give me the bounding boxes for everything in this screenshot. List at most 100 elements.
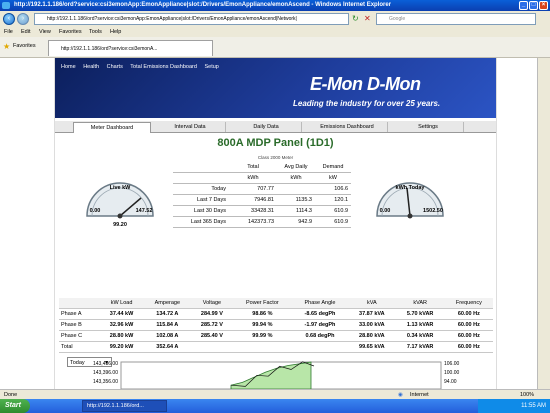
col-avg-daily: Avg Daily [277,162,315,173]
favorites-button[interactable]: Favorites [13,43,36,49]
menu-bar: File Edit View Favorites Tools Help [0,27,550,37]
table-row: Total 99.20 kW 352.64 A 99.65 kVA 7.17 kVAR 6… [59,341,493,353]
stop-icon[interactable]: ✕ [364,14,374,24]
row-label: Phase B [59,319,100,331]
forward-button[interactable]: › [17,13,29,25]
cell: 37.87 kVA [348,308,396,320]
menu-edit[interactable]: Edit [21,27,30,37]
system-tray: 11:55 AM [478,399,550,413]
window-title: http://192.1.1.186/ord?service:csi3emonA… [14,2,392,8]
cell: 102.08 A [143,330,191,342]
cell [277,183,315,195]
row-label: Phase C [59,330,100,342]
col-demand: Demand [315,162,351,173]
column-header: kW Load [99,298,144,309]
cell: -1.97 degPh [291,319,349,331]
table-row: Phase C 28.80 kW 102.08 A 285.40 V 99.99 % 0.… [59,330,493,342]
clock: 11:55 AM [521,403,546,409]
address-bar: ‹ › http://192.1.1.186/ord?service:csi3e… [0,11,550,27]
tab-daily-data[interactable]: Daily Data [231,122,302,132]
tab-emissions-dashboard[interactable]: Emissions Dashboard [307,122,388,132]
refresh-icon[interactable]: ↻ [352,14,362,24]
column-header [59,298,100,309]
url-input[interactable]: http://192.1.1.186/ord?service:csi3emonA… [34,13,349,25]
minimize-button[interactable]: _ [519,1,528,10]
cell: 0.68 degPh [291,330,349,342]
taskbar-item-ie[interactable]: http://192.1.1.186/ord... [82,400,167,412]
gauge-label: Live kW [109,185,131,191]
menu-view[interactable]: View [39,27,51,37]
cell: 5.70 kVAR [395,308,445,320]
tab-meter-dashboard[interactable]: Meter Dashboard [73,122,151,133]
row-label: Last 7 Days [173,194,229,206]
table-row: Last 365 Days 142373.73 942.9 610.9 [173,216,351,228]
gauge-max: 1502.50 [423,208,443,214]
cell: 285.40 V [190,330,233,342]
back-button[interactable]: ‹ [3,13,15,25]
cell: 60.00 Hz [444,308,493,320]
y-tick-label-left: 143,396.00 [93,370,118,376]
unit-demand: kW [315,172,351,184]
panel-title: 800A MDP Panel (1D1) [217,137,334,149]
table-row: Today 707.77 106.6 [173,183,351,195]
y-tick-label-left: 143,356.00 [93,379,118,385]
row-label: Total [59,341,100,353]
cell: 99.99 % [232,330,292,342]
cell: 942.9 [277,216,315,228]
cell: 352.64 A [143,341,191,353]
menu-help[interactable]: Help [110,27,121,37]
cell: 610.9 [315,205,351,217]
cell: 0.34 kVAR [395,330,445,342]
cell: 7946.81 [229,194,277,206]
cell: 99.65 kVA [348,341,396,353]
tab-settings[interactable]: Settings [393,122,464,132]
nav-charts[interactable]: Charts [107,64,123,70]
cell: 1.13 kVAR [395,319,445,331]
y-tick-label-right: 94.00 [444,379,457,385]
table-row: Phase B 32.96 kW 115.84 A 285.72 V 99.94 % -1… [59,319,493,331]
window-titlebar: http://192.1.1.186/ord?service:csi3emonA… [0,0,550,11]
live-kw-value: 99.20 [113,222,127,228]
cell: 99.94 % [232,319,292,331]
menu-tools[interactable]: Tools [89,27,102,37]
cell: 707.77 [229,183,277,195]
nav-home[interactable]: Home [61,64,76,70]
tab-interval-data[interactable]: Interval Data [155,122,226,132]
cell: 37.44 kW [99,308,144,320]
meter-class: Class 2000 Meter [257,155,294,160]
star-icon: ★ [3,42,11,51]
cell: 60.00 Hz [444,319,493,331]
y-tick-label-right: 100.00 [444,370,460,376]
gauge-min: 0.00 [89,208,101,214]
nav-total-emissions[interactable]: Total Emissions Dashboard [130,64,197,70]
cell: 142373.73 [229,216,277,228]
ie-icon [2,2,10,9]
browser-viewport: Home Health Charts Total Emissions Dashb… [0,58,550,389]
kwh-today-gauge: kWh Today 0.00 1502.50 [373,170,447,220]
cell: 120.1 [315,194,351,206]
browser-tab[interactable]: http://192.1.1.186/ord?service:csi3emonA… [48,40,213,56]
menu-file[interactable]: File [4,27,13,37]
column-header: kVAR [395,298,445,309]
cell: 610.9 [315,216,351,228]
nav-health[interactable]: Health [83,64,99,70]
nav-setup[interactable]: Setup [204,64,218,70]
cell: 1114.3 [277,205,315,217]
search-input[interactable]: Google [376,13,536,25]
start-button[interactable]: Start [0,399,30,413]
vertical-scrollbar[interactable] [537,58,550,389]
maximize-button[interactable]: □ [529,1,538,10]
gauge-max: 147.52 [135,208,153,214]
cell: 98.86 % [232,308,292,320]
menu-favorites[interactable]: Favorites [59,27,82,37]
column-header: Voltage [190,298,233,309]
column-header: Amperage [143,298,191,309]
column-header: Power Factor [232,298,292,309]
page-tabs: Meter Dashboard Interval Data Daily Data… [55,121,496,133]
close-button[interactable]: × [539,1,548,10]
unit-avg-daily: kWh [277,172,315,184]
row-label: Today [173,183,229,195]
usage-chart: 143,436.00 143,396.00 143,356.00 106.00 100.… [61,354,491,389]
gauge-label: kWh Today [395,185,425,191]
col-total: Total [229,162,277,173]
